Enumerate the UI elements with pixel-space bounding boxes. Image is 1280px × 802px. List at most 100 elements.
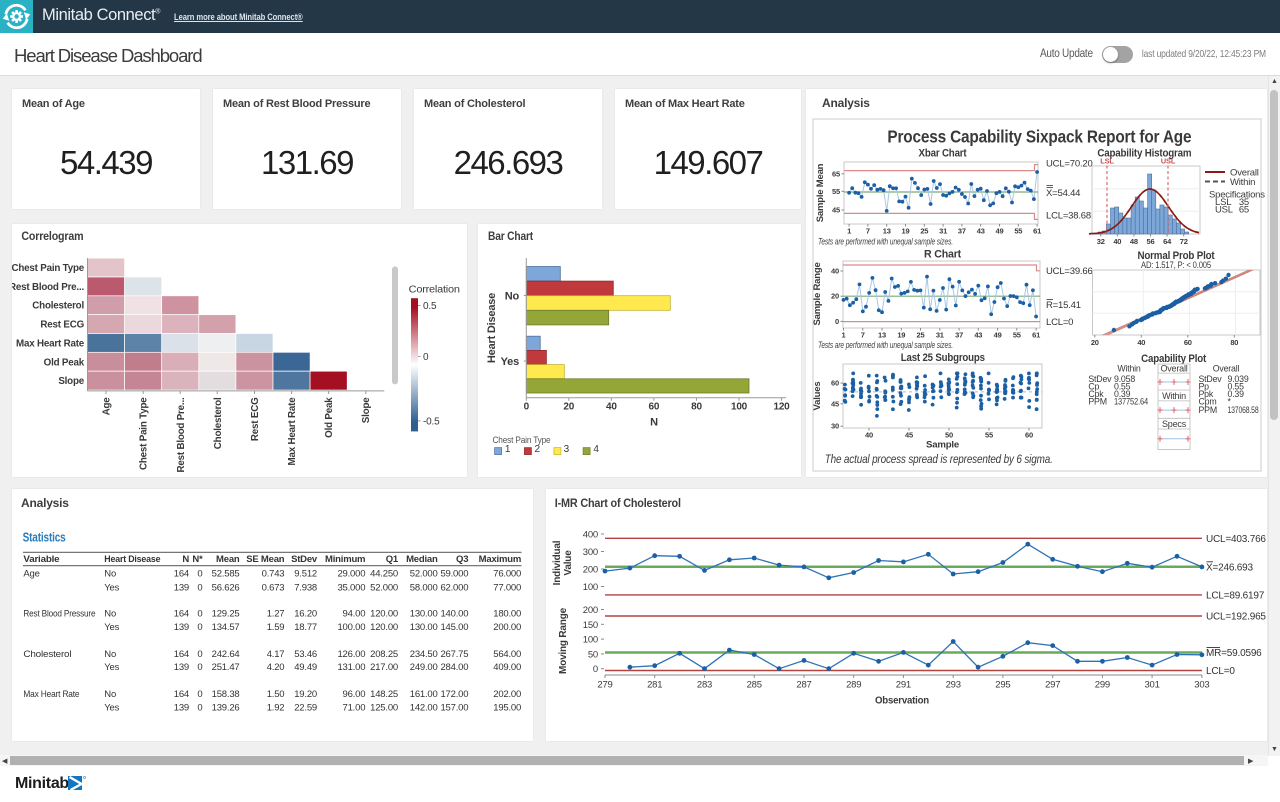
svg-text:Old Peak: Old Peak — [324, 397, 335, 438]
svg-text:35.000: 35.000 — [337, 582, 365, 593]
svg-text:49.49: 49.49 — [294, 662, 317, 673]
svg-text:Chest Pain Type: Chest Pain Type — [493, 435, 551, 446]
svg-text:1: 1 — [847, 227, 851, 236]
svg-text:157.00: 157.00 — [440, 702, 468, 713]
svg-text:45: 45 — [905, 431, 913, 440]
svg-text:No: No — [104, 608, 116, 619]
svg-text:59.000: 59.000 — [440, 569, 468, 580]
svg-text:20: 20 — [831, 292, 839, 301]
svg-text:409.00: 409.00 — [493, 662, 521, 673]
svg-text:Q1: Q1 — [386, 554, 399, 565]
svg-text:200: 200 — [583, 605, 598, 616]
svg-text:Median: Median — [406, 554, 438, 565]
svg-text:0: 0 — [593, 664, 598, 675]
svg-text:0.743: 0.743 — [262, 569, 285, 580]
svg-text:287: 287 — [796, 680, 811, 691]
svg-text:Overall: Overall — [1213, 363, 1240, 373]
svg-text:Max Heart Rate: Max Heart Rate — [23, 689, 79, 700]
svg-text:200.00: 200.00 — [493, 622, 521, 633]
svg-text:MR=59.0596: MR=59.0596 — [1206, 648, 1262, 659]
svg-text:LCL=38.68: LCL=38.68 — [1046, 211, 1091, 222]
svg-text:242.64: 242.64 — [212, 649, 240, 660]
svg-text:180.00: 180.00 — [493, 608, 521, 619]
svg-text:150: 150 — [583, 620, 598, 631]
svg-text:140.00: 140.00 — [440, 608, 468, 619]
svg-text:No: No — [104, 649, 116, 660]
svg-text:202.00: 202.00 — [493, 689, 521, 700]
svg-text:20: 20 — [563, 401, 574, 412]
svg-text:129.25: 129.25 — [212, 608, 240, 619]
svg-text:100.00: 100.00 — [337, 622, 365, 633]
svg-text:50: 50 — [588, 649, 598, 660]
svg-text:Moving Range: Moving Range — [558, 607, 569, 674]
svg-text:Tests are performed with unequ: Tests are performed with unequal sample … — [818, 340, 953, 350]
svg-text:55: 55 — [985, 431, 993, 440]
svg-text:Chest Pain Type: Chest Pain Type — [12, 263, 85, 274]
svg-text:Correlation: Correlation — [409, 285, 460, 296]
svg-text:7: 7 — [861, 331, 865, 340]
svg-text:StDev: StDev — [291, 554, 318, 565]
svg-text:Rest Blood Pre...: Rest Blood Pre... — [176, 397, 187, 472]
svg-text:19.20: 19.20 — [294, 689, 317, 700]
svg-text:303: 303 — [1194, 680, 1209, 691]
svg-text:The actual process spread is r: The actual process spread is represented… — [825, 452, 1053, 466]
svg-text:R=15.41: R=15.41 — [1046, 300, 1081, 311]
svg-text:164: 164 — [174, 569, 189, 580]
svg-text:Within: Within — [1162, 391, 1186, 401]
svg-text:Chest Pain Type: Chest Pain Type — [139, 397, 150, 470]
svg-text:LCL=0: LCL=0 — [1046, 317, 1073, 328]
svg-text:1: 1 — [505, 444, 511, 455]
svg-text:Age: Age — [102, 397, 113, 416]
svg-text:139.26: 139.26 — [212, 702, 240, 713]
svg-text:0: 0 — [197, 582, 202, 593]
svg-text:1.59: 1.59 — [267, 622, 285, 633]
svg-text:Heart Disease: Heart Disease — [104, 554, 160, 565]
svg-text:1.92: 1.92 — [267, 702, 285, 713]
svg-text:LCL=89.6197: LCL=89.6197 — [1206, 590, 1265, 601]
svg-text:Yes: Yes — [104, 582, 119, 593]
svg-text:0: 0 — [197, 622, 202, 633]
svg-text:X=54.44: X=54.44 — [1046, 188, 1080, 199]
svg-text:100: 100 — [583, 635, 598, 646]
svg-text:71.00: 71.00 — [343, 702, 366, 713]
svg-text:96.00: 96.00 — [343, 689, 366, 700]
svg-text:PPM: PPM — [1088, 397, 1106, 407]
svg-text:40: 40 — [1137, 338, 1145, 347]
svg-text:52.585: 52.585 — [212, 569, 240, 580]
svg-text:Slope: Slope — [361, 397, 372, 423]
svg-text:37: 37 — [958, 227, 966, 236]
svg-text:295: 295 — [995, 680, 1010, 691]
svg-text:94.00: 94.00 — [343, 608, 366, 619]
svg-text:164: 164 — [174, 608, 189, 619]
svg-text:267.75: 267.75 — [440, 649, 468, 660]
svg-text:76.000: 76.000 — [493, 569, 521, 580]
svg-text:UCL=39.66: UCL=39.66 — [1046, 266, 1093, 277]
svg-text:4.20: 4.20 — [267, 662, 285, 673]
svg-text:145.00: 145.00 — [440, 622, 468, 633]
svg-text:134.57: 134.57 — [212, 622, 240, 633]
svg-text:50: 50 — [945, 431, 953, 440]
svg-text:53.46: 53.46 — [294, 649, 317, 660]
svg-text:0.673: 0.673 — [262, 582, 285, 593]
svg-text:7: 7 — [866, 227, 870, 236]
svg-text:100: 100 — [731, 401, 748, 412]
svg-text:60: 60 — [831, 379, 839, 388]
svg-text:43: 43 — [977, 227, 985, 236]
svg-text:31: 31 — [939, 227, 947, 236]
svg-text:Cholesterol: Cholesterol — [213, 397, 224, 449]
svg-text:49: 49 — [996, 227, 1004, 236]
svg-text:N*: N* — [192, 554, 203, 565]
svg-text:USL: USL — [1215, 205, 1233, 216]
svg-text:299: 299 — [1095, 680, 1110, 691]
svg-text:Specs: Specs — [1162, 419, 1187, 429]
svg-text:19: 19 — [897, 331, 905, 340]
svg-text:195.00: 195.00 — [493, 702, 521, 713]
svg-text:Slope: Slope — [58, 376, 84, 387]
svg-text:139: 139 — [174, 662, 189, 673]
svg-text:Tests are performed with unequ: Tests are performed with unequal sample … — [818, 237, 953, 247]
svg-text:Heart Disease: Heart Disease — [486, 293, 498, 363]
svg-text:37: 37 — [955, 331, 963, 340]
svg-text:56: 56 — [1147, 237, 1155, 246]
svg-text:40: 40 — [606, 401, 617, 412]
svg-text:40: 40 — [1113, 237, 1121, 246]
